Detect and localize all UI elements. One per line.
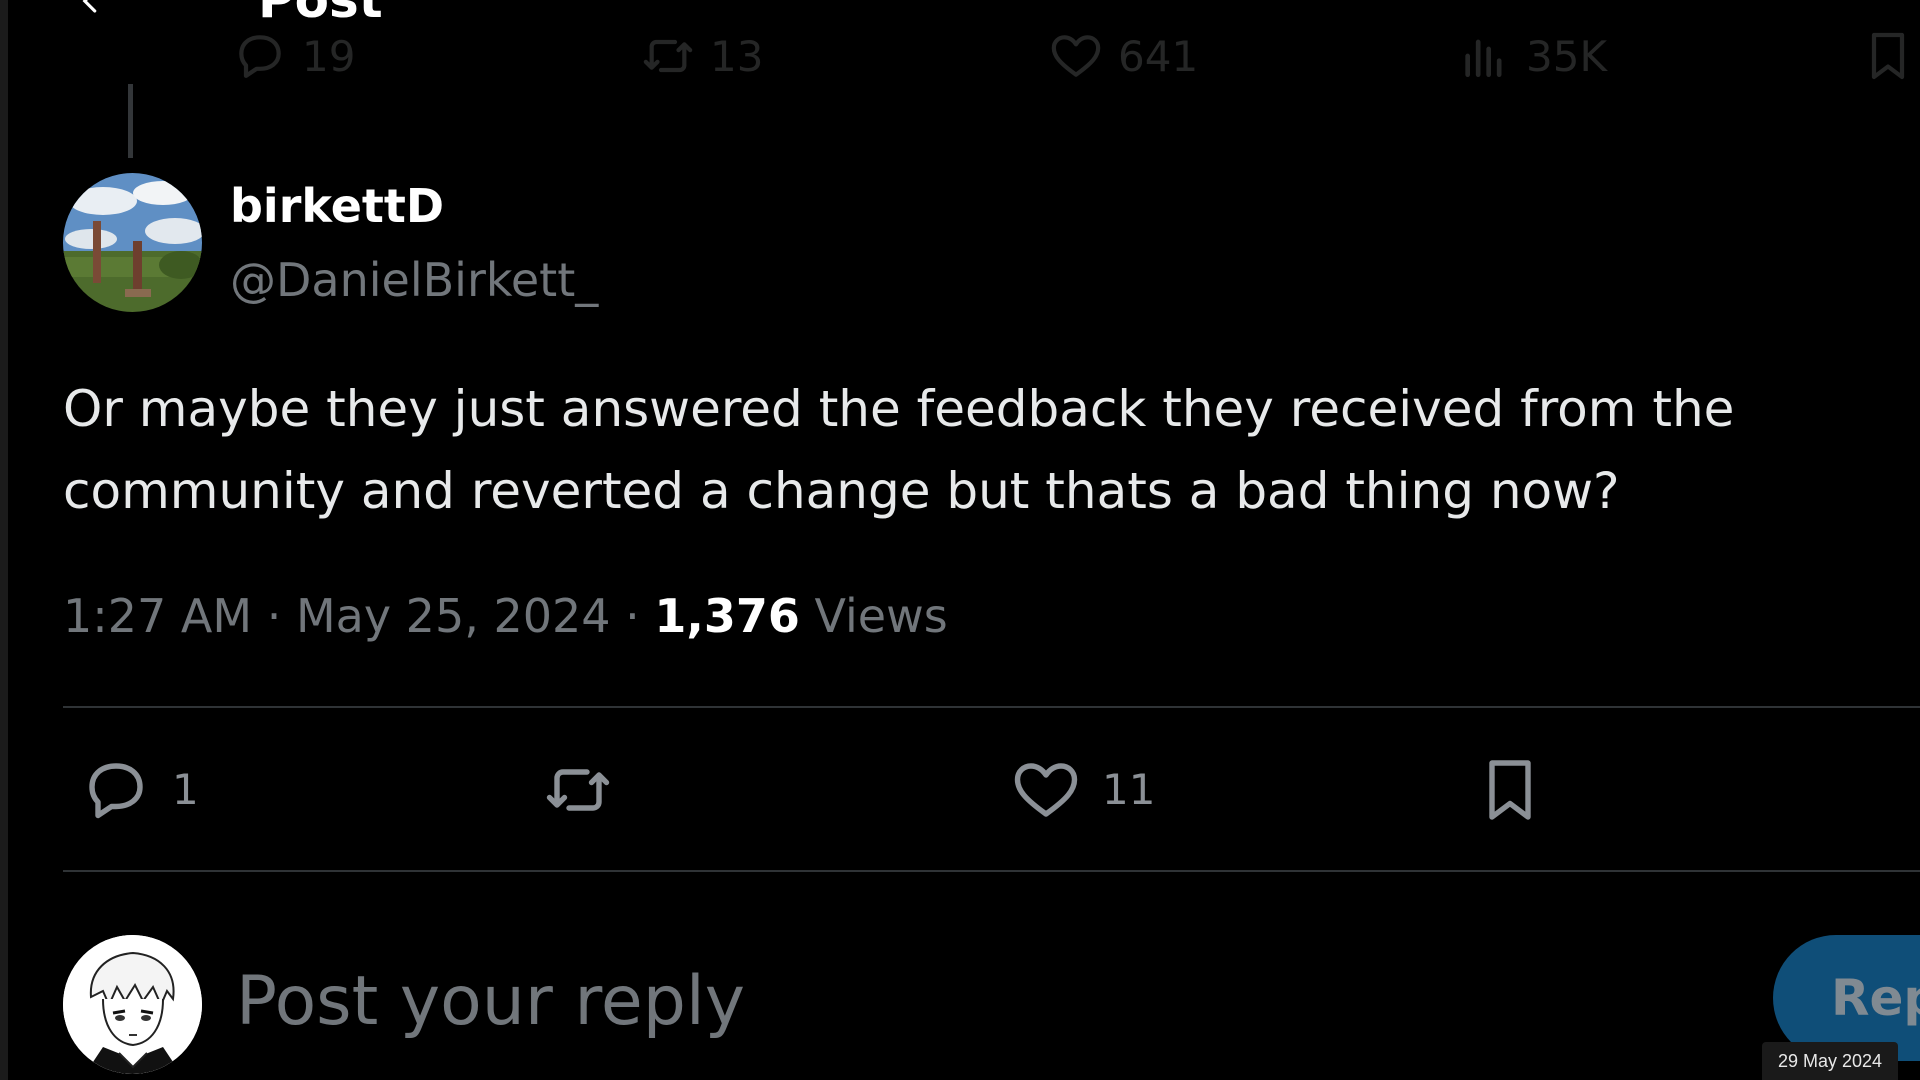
bookmark-button[interactable] <box>1474 754 1546 826</box>
thread-connector-line <box>128 84 133 158</box>
previous-like-count: 641 <box>1118 31 1199 81</box>
author-handle[interactable]: @DanielBirkett_ <box>230 252 598 308</box>
post-text: Or maybe they just answered the feedback… <box>63 380 1735 520</box>
views-label: Views <box>814 589 948 643</box>
back-arrow-icon[interactable] <box>76 0 106 16</box>
page-title: Post <box>258 0 383 29</box>
previous-bookmark-action[interactable] <box>1860 28 1916 84</box>
reply-icon <box>239 35 281 78</box>
author-avatar[interactable] <box>63 173 202 312</box>
post-date[interactable]: May 25, 2024 <box>296 589 611 643</box>
views-icon <box>1465 39 1502 77</box>
bookmark-icon <box>1871 32 1905 80</box>
like-icon <box>1014 763 1078 817</box>
like-count: 11 <box>1102 765 1156 814</box>
repost-icon <box>643 39 693 73</box>
bookmark-icon <box>1489 760 1531 820</box>
previous-repost-action[interactable]: 13 <box>640 28 763 84</box>
reply-count: 1 <box>172 765 199 814</box>
reply-input[interactable]: Post your reply <box>236 960 745 1044</box>
previous-like-action[interactable]: 641 <box>1048 28 1198 84</box>
current-user-avatar[interactable] <box>63 935 202 1074</box>
window-edge <box>0 0 8 1080</box>
previous-views-action[interactable]: 35K <box>1456 28 1607 84</box>
views-count: 1,376 <box>654 589 800 643</box>
repost-button[interactable] <box>542 754 614 826</box>
like-button[interactable]: 11 <box>1010 754 1155 826</box>
date-overlay: 29 May 2024 <box>1762 1042 1898 1080</box>
meta-separator: · <box>266 589 282 643</box>
author-display-name[interactable]: birkettD <box>230 178 444 234</box>
previous-reply-action[interactable]: 19 <box>232 28 355 84</box>
post-metadata: 1:27 AM · May 25, 2024 · 1,376 Views <box>63 586 948 646</box>
repost-icon <box>546 769 610 811</box>
divider <box>63 706 1920 708</box>
meta-separator: · <box>625 589 640 643</box>
previous-views-count: 35K <box>1526 31 1607 81</box>
previous-reply-count: 19 <box>302 31 356 81</box>
reply-button[interactable]: 1 <box>80 754 199 826</box>
previous-repost-count: 13 <box>710 31 764 81</box>
divider <box>63 870 1920 872</box>
like-icon <box>1051 35 1101 77</box>
previous-post-actions: 19 13 641 35K <box>0 28 1920 88</box>
reply-icon <box>89 763 143 819</box>
post-time[interactable]: 1:27 AM <box>63 589 252 643</box>
